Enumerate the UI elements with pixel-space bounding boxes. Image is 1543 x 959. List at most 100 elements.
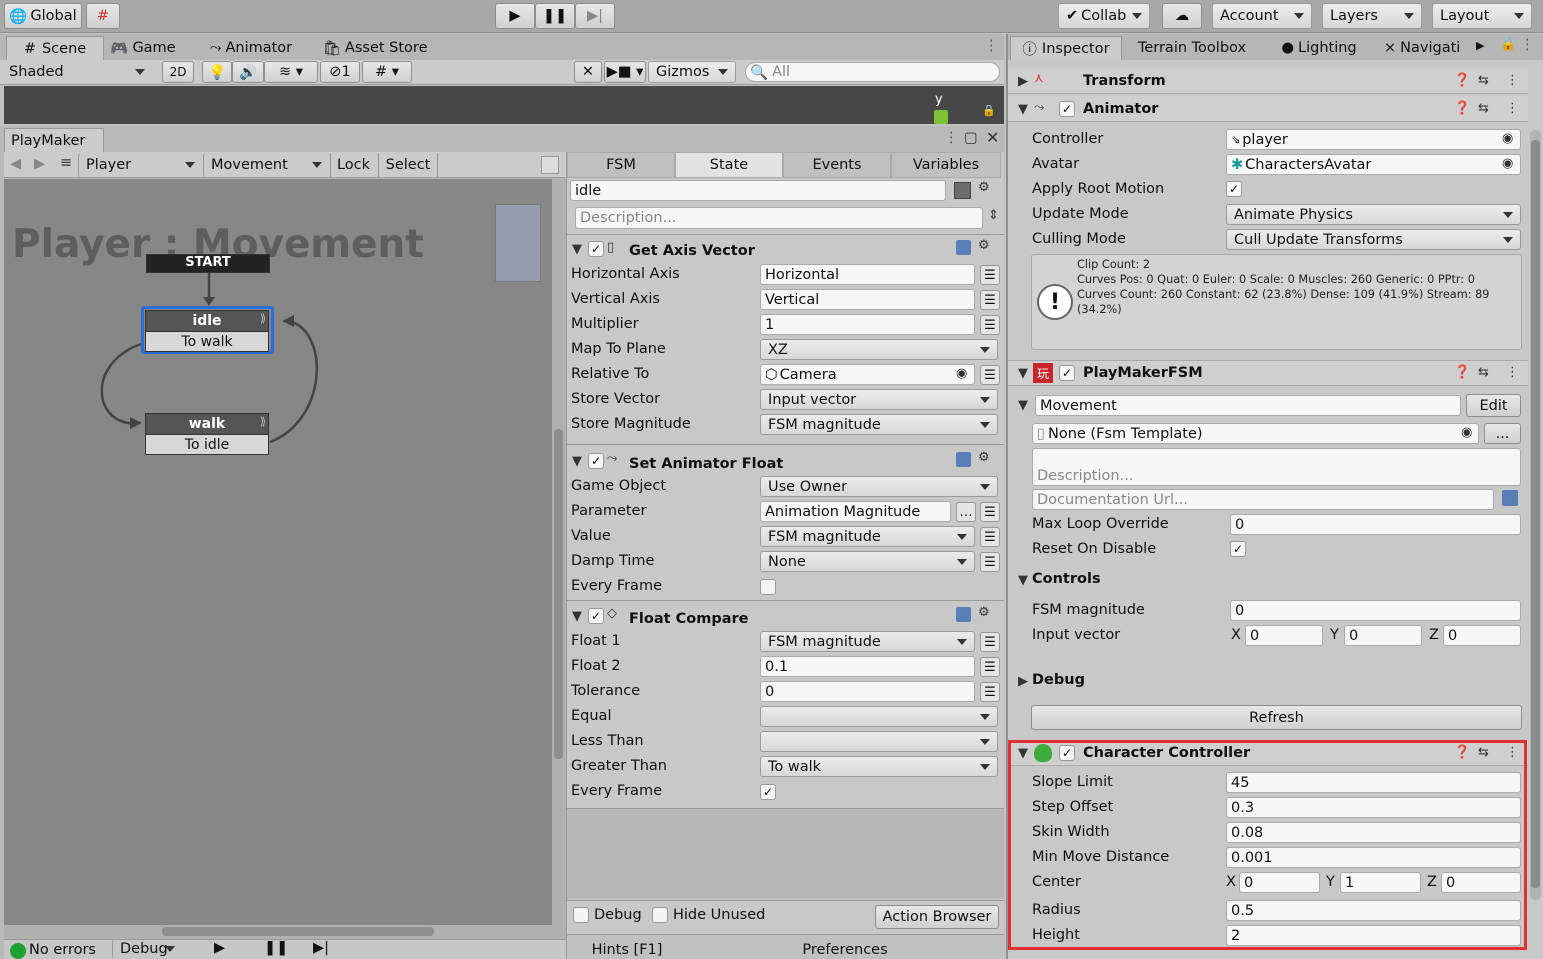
lock-button[interactable]: Lock [330,153,376,177]
play-icon[interactable]: ▶ [214,940,225,956]
less-than-event-dropdown[interactable] [760,731,998,752]
variable-toggle[interactable]: ☰ [980,502,1000,522]
object-picker-icon[interactable]: ◉ [1461,425,1472,440]
equal-event-dropdown[interactable] [760,706,998,727]
input-vector-z[interactable]: 0 [1443,625,1521,646]
character-controller-enabled-checkbox[interactable]: ✓ [1059,745,1075,761]
inspector-scrollbar[interactable] [1530,130,1541,900]
game-object-dropdown[interactable]: Use Owner [760,476,998,497]
variable-toggle[interactable]: ☰ [980,365,1000,385]
layers-dropdown[interactable]: Layers [1322,3,1422,29]
debug-dropdown[interactable]: Debug [112,939,182,959]
skin-width-input[interactable]: 0.08 [1226,822,1521,843]
object-picker-icon[interactable]: ◉ [1502,131,1513,146]
presets-icon[interactable]: ⇆ [1478,365,1489,380]
store-vector-dropdown[interactable]: Input vector [760,389,998,410]
shading-dropdown[interactable]: Shaded [2,61,152,83]
tab-animator[interactable]: ⤳ Animator [205,36,297,60]
tab-fsm[interactable]: FSM [567,152,675,178]
collapse-arrow-icon[interactable]: ▼ [1018,746,1028,761]
variable-toggle[interactable]: ☰ [980,527,1000,547]
edit-fsm-button[interactable]: Edit [1466,394,1521,417]
hidden-objects-toggle[interactable]: ⊘ 1 [320,61,360,83]
fsm-description-input[interactable]: Description... [1032,448,1521,486]
lock-icon[interactable]: 🔒 [982,104,996,117]
fsm-owner-dropdown[interactable]: Player [78,153,202,177]
multiplier-input[interactable]: 1 [760,314,975,335]
state-node-walk[interactable]: walk To idle [145,413,269,455]
graph-hscrollbar[interactable] [4,925,566,939]
tab-navigation[interactable]: ⨯ Navigati [1384,36,1476,60]
avatar-field[interactable]: ✱ CharactersAvatar [1226,154,1521,175]
greater-than-event-dropdown[interactable]: To walk [760,756,998,777]
tolerance-input[interactable]: 0 [760,681,975,702]
presets-icon[interactable]: ⇆ [1478,745,1489,760]
help-book-icon[interactable] [956,452,971,467]
help-icon[interactable]: ❓ [1454,101,1470,116]
collapse-arrow-icon[interactable]: ▼ [572,242,582,257]
tab-inspector[interactable]: ⓘ Inspector [1010,36,1122,60]
layout-dropdown[interactable]: Layout [1432,3,1532,29]
grid-dropdown[interactable]: # ▾ [362,61,412,83]
help-icon[interactable]: ❓ [1454,365,1470,380]
controller-field[interactable]: ⇘ player [1226,129,1521,150]
pause-icon[interactable]: ❚❚ [264,940,288,956]
relative-to-field[interactable]: ⬡ Camera [760,364,975,385]
scene-search-input[interactable]: 🔍 All [745,62,1000,82]
select-button[interactable]: Select [378,153,438,177]
axis-gizmo-icon[interactable] [934,110,948,124]
transition-label[interactable]: To idle [146,434,268,454]
help-book-icon[interactable] [1502,490,1518,506]
collapse-arrow-icon[interactable]: ▼ [1018,102,1028,117]
gizmos-dropdown[interactable]: Gizmos [648,61,736,83]
collapse-arrow-icon[interactable]: ▼ [572,454,582,469]
graph-vscrollbar[interactable] [552,179,566,925]
tab-terrain-toolbox[interactable]: Terrain Toolbox [1128,36,1256,60]
variable-toggle[interactable]: ☰ [980,265,1000,285]
expand-arrow-icon[interactable]: ▶ [1018,674,1028,689]
minimap-toggle[interactable] [541,156,559,174]
2d-toggle[interactable]: 2D [162,61,194,83]
help-book-icon[interactable] [956,607,971,622]
refresh-button[interactable]: Refresh [1031,705,1522,730]
state-description-input[interactable]: Description... [575,207,983,229]
preferences-button[interactable]: Preferences [780,940,910,959]
collapse-arrow-icon[interactable]: ▼ [1018,398,1028,413]
tools-button[interactable]: ✕ [574,61,602,83]
help-icon[interactable]: ❓ [1454,745,1470,760]
update-mode-dropdown[interactable]: Animate Physics [1226,204,1521,225]
debug-checkbox[interactable] [573,907,589,923]
variable-toggle[interactable]: ☰ [980,632,1000,652]
input-vector-y[interactable]: 0 [1344,625,1422,646]
playmakerfsm-enabled-checkbox[interactable]: ✓ [1059,365,1075,381]
documentation-url-input[interactable]: Documentation Url... [1032,489,1494,510]
kebab-icon[interactable]: ⋮ [984,38,999,54]
hints-button[interactable]: Hints [F1] [567,940,687,959]
errors-status[interactable]: No errors [29,942,96,958]
input-vector-x[interactable]: 0 [1245,625,1323,646]
slope-limit-input[interactable]: 45 [1226,772,1521,793]
presets-icon[interactable]: ⇆ [1478,101,1489,116]
scene-view[interactable] [4,86,1004,124]
kebab-icon[interactable]: ⋮ [1506,365,1519,380]
reset-on-disable-checkbox[interactable]: ✓ [1230,541,1246,557]
grid-snap-button[interactable]: # [86,3,120,29]
maximize-icon[interactable]: ▢ [964,130,978,146]
map-to-plane-dropdown[interactable]: XZ [760,339,998,360]
audio-toggle[interactable]: 🔊 [232,61,264,83]
every-frame-checkbox[interactable] [760,579,776,595]
template-more-button[interactable]: ... [1484,423,1521,444]
global-button[interactable]: 🌐 Global [4,3,82,29]
cloud-button[interactable]: ☁ [1162,3,1202,29]
float2-input[interactable]: 0.1 [760,656,975,677]
tab-scroll-right-icon[interactable]: ▶ [1476,39,1484,52]
effects-dropdown[interactable]: ≋ ▾ [264,61,318,83]
height-input[interactable]: 2 [1226,925,1521,946]
debug-section-title[interactable]: Debug [1032,672,1085,688]
forward-icon[interactable]: ▶ [34,156,45,172]
animator-enabled-checkbox[interactable]: ✓ [1059,101,1075,117]
menu-icon[interactable]: ≡ [60,155,72,171]
culling-mode-dropdown[interactable]: Cull Update Transforms [1226,229,1521,250]
variable-toggle[interactable]: ☰ [980,682,1000,702]
tab-events[interactable]: Events [783,152,891,178]
